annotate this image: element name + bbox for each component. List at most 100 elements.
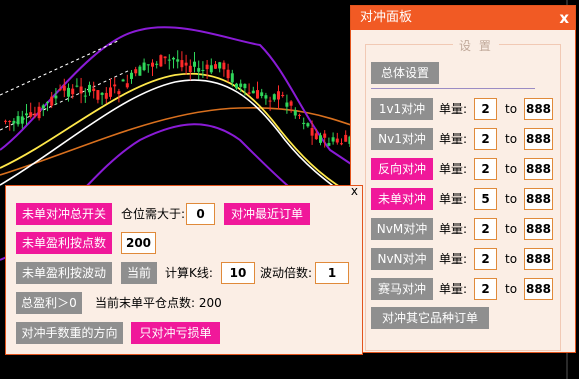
current-button[interactable]: 当前: [121, 262, 157, 284]
calc-k-input[interactable]: 10: [221, 262, 255, 284]
qty-from-input[interactable]: 2: [474, 248, 497, 270]
position-threshold-input[interactable]: 0: [186, 203, 215, 225]
hedge-mode-button[interactable]: NvN对冲: [371, 248, 433, 270]
candle-body: [193, 61, 196, 67]
settings-divider: [371, 88, 535, 89]
hedge-mode-button[interactable]: 赛马对冲: [371, 278, 433, 300]
candle-body: [113, 84, 117, 87]
hedge-mode-button[interactable]: 未单对冲: [371, 188, 433, 210]
candle-body: [302, 122, 306, 125]
qty-from-input[interactable]: 2: [474, 278, 497, 300]
hedge-panel-titlebar[interactable]: 对冲面板 x: [351, 6, 575, 30]
to-label: to: [505, 192, 518, 206]
candle-body: [54, 95, 58, 99]
candle-body: [96, 90, 100, 100]
candle-body: [293, 110, 297, 116]
qty-label: 单量:: [439, 192, 468, 206]
qty-label: 单量:: [439, 252, 468, 266]
candle-body: [20, 116, 24, 124]
qty-from-input[interactable]: 2: [474, 128, 497, 150]
hedge-mode-button[interactable]: Nv1对冲: [371, 128, 433, 150]
qty-label: 单量:: [439, 222, 468, 236]
candle-body: [8, 120, 12, 122]
hedge-recent-order-button[interactable]: 对冲最近订单: [224, 203, 310, 225]
qty-to-input[interactable]: 888: [524, 158, 553, 180]
candle-body: [159, 55, 163, 67]
candle-body: [344, 134, 348, 142]
close-icon[interactable]: x: [559, 6, 569, 30]
candle-body: [281, 94, 285, 97]
total-profit-positive-button[interactable]: 总盈利＞0: [16, 292, 82, 314]
candle-body: [209, 65, 213, 73]
candle-body: [205, 64, 209, 70]
qty-to-input[interactable]: 888: [524, 248, 553, 270]
candle-body: [298, 114, 301, 116]
qty-from-input[interactable]: 5: [474, 188, 497, 210]
qty-to-input[interactable]: 888: [524, 278, 553, 300]
candle-body: [239, 83, 243, 87]
candle-body: [256, 90, 259, 99]
candle-body: [138, 66, 142, 76]
volatility-multiplier-input[interactable]: 1: [315, 262, 349, 284]
candle-body: [247, 92, 251, 94]
moving-average-line: [0, 106, 361, 176]
hedge-loss-only-button[interactable]: 只对冲亏损单: [131, 322, 220, 344]
hedge-other-symbols-button[interactable]: 对冲其它品种订单: [371, 307, 489, 329]
hedge-mode-button[interactable]: NvM对冲: [371, 218, 433, 240]
hedge-heavier-direction-button[interactable]: 对冲手数重的方向: [16, 322, 123, 344]
candle-body: [67, 87, 70, 97]
candle-body: [172, 57, 175, 60]
candle-body: [314, 133, 318, 140]
candle-body: [214, 64, 217, 69]
hedge-mode-button[interactable]: 反向对冲: [371, 158, 433, 180]
candle-body: [335, 138, 339, 143]
candle-body: [235, 83, 238, 89]
qty-to-input[interactable]: 888: [524, 218, 553, 240]
candle-body: [230, 73, 234, 83]
candle-body: [184, 62, 188, 66]
qty-from-input[interactable]: 2: [474, 98, 497, 120]
settings-legend: 设 置: [453, 37, 499, 54]
close-icon[interactable]: x: [351, 184, 358, 198]
candle-body: [4, 120, 7, 122]
candle-body: [130, 72, 133, 79]
hedge-mode-button[interactable]: 1v1对冲: [371, 98, 433, 120]
candle-body: [319, 135, 322, 143]
candle-body: [188, 65, 192, 73]
candle-body: [75, 85, 79, 87]
qty-from-input[interactable]: 2: [474, 158, 497, 180]
tail-profit-by-volatility-button[interactable]: 未单盈利按波动: [16, 262, 112, 284]
candle-body: [41, 105, 45, 109]
candle-body: [12, 120, 16, 124]
candle-body: [151, 62, 154, 67]
position-threshold-label: 仓位需大于:: [121, 207, 186, 221]
candle-body: [197, 68, 201, 72]
tail-hedge-master-switch-button[interactable]: 未单对冲总开关: [16, 203, 112, 225]
tail-profit-points-input[interactable]: 200: [121, 232, 156, 254]
qty-label: 单量:: [439, 102, 468, 116]
to-label: to: [505, 132, 518, 146]
candle-body: [331, 137, 335, 142]
overall-settings-button[interactable]: 总体设置: [371, 62, 439, 84]
candle-body: [62, 85, 66, 91]
candle-body: [25, 113, 28, 116]
candle-body: [104, 92, 108, 99]
candle-body: [33, 113, 37, 116]
candle-body: [310, 128, 314, 136]
qty-to-input[interactable]: 888: [524, 128, 553, 150]
tail-close-points-text: 当前末单平仓点数: 200: [95, 296, 222, 310]
candle-body: [88, 84, 91, 93]
tail-order-panel: x 未单对冲总开关 仓位需大于: 0 对冲最近订单 未单盈利按点数 200 未单…: [5, 184, 363, 355]
qty-to-input[interactable]: 888: [524, 98, 553, 120]
qty-from-input[interactable]: 2: [474, 218, 497, 240]
tail-profit-by-points-button[interactable]: 未单盈利按点数: [16, 232, 112, 254]
to-label: to: [505, 162, 518, 176]
qty-to-input[interactable]: 888: [524, 188, 553, 210]
candle-body: [167, 59, 171, 61]
candle-body: [83, 95, 87, 97]
to-label: to: [505, 252, 518, 266]
candle-body: [264, 95, 268, 99]
candle-body: [29, 112, 33, 117]
candle-body: [117, 91, 121, 95]
volatility-multiplier-label: 波动倍数:: [260, 266, 313, 280]
